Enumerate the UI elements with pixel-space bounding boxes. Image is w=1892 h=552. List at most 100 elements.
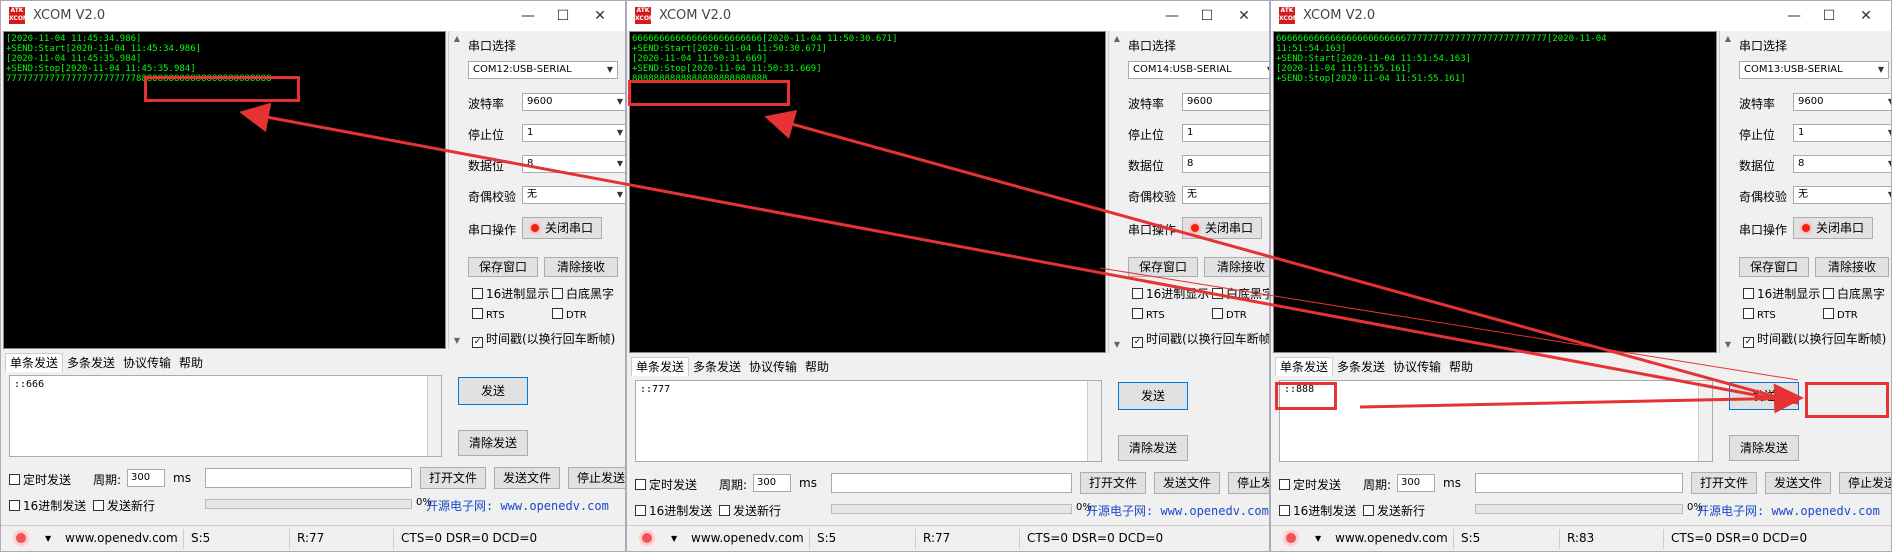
parity-select[interactable]: 无▼ [1793, 186, 1891, 204]
file-path-input[interactable] [1475, 473, 1683, 493]
stop-bits-select[interactable]: 1▼ [1182, 124, 1269, 142]
send-file-button[interactable]: 发送文件 [494, 467, 560, 489]
scroll-down-icon[interactable]: ▼ [1720, 337, 1736, 353]
minimize-icon[interactable]: — [511, 3, 545, 29]
white-bg-checkbox-box[interactable] [552, 288, 563, 299]
scroll-up-icon[interactable]: ▲ [1720, 31, 1736, 47]
receive-scrollbar[interactable]: ▲ ▼ [448, 31, 464, 349]
receive-scrollbar[interactable]: ▲ ▼ [1108, 31, 1124, 353]
hex-send-checkbox-box[interactable] [635, 505, 646, 516]
dtr-checkbox[interactable]: DTR [1823, 308, 1858, 321]
timestamp-checkbox[interactable]: ✓ 时间戳(以换行回车断帧) [1132, 330, 1269, 348]
port-select[interactable]: COM12:USB-SERIAL ▼ [468, 61, 618, 79]
tab-protocol[interactable]: 协议传输 [745, 358, 801, 376]
tab-single[interactable]: 单条发送 [5, 353, 64, 372]
file-path-input[interactable] [205, 468, 412, 488]
scroll-up-icon[interactable]: ▲ [449, 31, 465, 47]
send-file-button[interactable]: 发送文件 [1154, 472, 1220, 494]
minimize-icon[interactable]: — [1155, 3, 1189, 29]
clear-receive-button[interactable]: 清除接收 [1204, 257, 1269, 277]
baud-rate-select[interactable]: 9600▼ [522, 93, 625, 111]
scroll-down-icon[interactable]: ▼ [449, 333, 465, 349]
openedv-link[interactable]: 开源电子网: www.openedv.com [1086, 502, 1269, 519]
hex-display-checkbox-box[interactable] [1132, 288, 1143, 299]
tab-protocol[interactable]: 协议传输 [119, 354, 175, 372]
period-input[interactable]: 300 [127, 469, 165, 487]
open-file-button[interactable]: 打开文件 [1080, 472, 1146, 494]
tab-help[interactable]: 帮助 [1445, 358, 1477, 376]
tab-multi[interactable]: 多条发送 [689, 358, 745, 376]
tab-protocol[interactable]: 协议传输 [1389, 358, 1445, 376]
clear-send-button[interactable]: 清除发送 [1729, 435, 1799, 461]
timed-send-checkbox[interactable]: 定时发送 [1279, 476, 1341, 493]
tab-multi[interactable]: 多条发送 [63, 354, 119, 372]
close-port-button[interactable]: 关闭串口 [522, 217, 602, 239]
clear-send-button[interactable]: 清除发送 [1118, 435, 1188, 461]
hex-display-checkbox[interactable]: 16进制显示 [472, 285, 549, 302]
send-newline-checkbox-box[interactable] [93, 500, 104, 511]
save-window-button[interactable]: 保存窗口 [468, 257, 538, 277]
status-url[interactable]: www.openedv.com [691, 531, 804, 545]
dropdown-arrow-icon[interactable]: ▼ [45, 534, 51, 543]
hex-send-checkbox[interactable]: 16进制发送 [9, 497, 86, 514]
send-newline-checkbox[interactable]: 发送新行 [1363, 502, 1425, 519]
port-select[interactable]: COM14:USB-SERIAL ▼ [1128, 61, 1269, 79]
dtr-checkbox-box[interactable] [1823, 308, 1834, 319]
send-button[interactable]: 发送 [1118, 382, 1188, 410]
hex-send-checkbox[interactable]: 16进制发送 [635, 502, 712, 519]
send-scrollbar[interactable] [1087, 381, 1101, 461]
hex-send-checkbox-box[interactable] [1279, 505, 1290, 516]
stop-send-button[interactable]: 停止发送 [1839, 472, 1891, 494]
send-scrollbar[interactable] [427, 376, 441, 456]
rts-checkbox[interactable]: RTS [1743, 308, 1776, 321]
timed-send-checkbox-box[interactable] [635, 479, 646, 490]
data-bits-select[interactable]: 8▼ [522, 155, 625, 173]
timestamp-checkbox[interactable]: ✓ 时间戳(以换行回车断帧) [472, 330, 615, 348]
white-bg-checkbox-box[interactable] [1212, 288, 1223, 299]
file-path-input[interactable] [831, 473, 1072, 493]
timestamp-checkbox-box[interactable]: ✓ [1743, 337, 1754, 348]
dtr-checkbox[interactable]: DTR [552, 308, 587, 321]
send-input[interactable]: ::666 [9, 375, 442, 457]
send-input[interactable]: ::777 [635, 380, 1102, 462]
dtr-checkbox-box[interactable] [552, 308, 563, 319]
send-button[interactable]: 发送 [458, 377, 528, 405]
hex-send-checkbox-box[interactable] [9, 500, 20, 511]
rts-checkbox[interactable]: RTS [1132, 308, 1165, 321]
hex-display-checkbox-box[interactable] [1743, 288, 1754, 299]
stop-bits-select[interactable]: 1▼ [522, 124, 625, 142]
hex-display-checkbox[interactable]: 16进制显示 [1132, 285, 1209, 302]
hex-display-checkbox[interactable]: 16进制显示 [1743, 285, 1820, 302]
white-bg-checkbox-box[interactable] [1823, 288, 1834, 299]
maximize-icon[interactable]: ☐ [546, 3, 580, 29]
timestamp-checkbox-box[interactable]: ✓ [472, 337, 483, 348]
scroll-up-icon[interactable]: ▲ [1109, 31, 1125, 47]
parity-select[interactable]: 无▼ [522, 186, 625, 204]
close-icon[interactable]: ✕ [583, 3, 617, 29]
white-bg-checkbox[interactable]: 白底黑字 [1823, 285, 1885, 302]
send-newline-checkbox-box[interactable] [1363, 505, 1374, 516]
parity-select[interactable]: 无▼ [1182, 186, 1269, 204]
baud-rate-select[interactable]: 9600▼ [1182, 93, 1269, 111]
white-bg-checkbox[interactable]: 白底黑字 [1212, 285, 1269, 302]
stop-send-button[interactable]: 停止发送 [568, 467, 625, 489]
send-file-button[interactable]: 发送文件 [1765, 472, 1831, 494]
maximize-icon[interactable]: ☐ [1812, 3, 1846, 29]
clear-receive-button[interactable]: 清除接收 [1815, 257, 1889, 277]
port-select[interactable]: COM13:USB-SERIAL ▼ [1739, 61, 1889, 79]
tab-help[interactable]: 帮助 [175, 354, 207, 372]
save-window-button[interactable]: 保存窗口 [1739, 257, 1809, 277]
tab-single[interactable]: 单条发送 [631, 357, 690, 376]
clear-receive-button[interactable]: 清除接收 [544, 257, 618, 277]
timed-send-checkbox[interactable]: 定时发送 [635, 476, 697, 493]
close-port-button[interactable]: 关闭串口 [1182, 217, 1262, 239]
stop-send-button[interactable]: 停止发送 [1228, 472, 1269, 494]
settings-gear-icon[interactable] [13, 530, 29, 546]
dropdown-arrow-icon[interactable]: ▼ [671, 534, 677, 543]
maximize-icon[interactable]: ☐ [1190, 3, 1224, 29]
dtr-checkbox[interactable]: DTR [1212, 308, 1247, 321]
dtr-checkbox-box[interactable] [1212, 308, 1223, 319]
settings-gear-icon[interactable] [639, 530, 655, 546]
timed-send-checkbox[interactable]: 定时发送 [9, 471, 71, 488]
open-file-button[interactable]: 打开文件 [1691, 472, 1757, 494]
